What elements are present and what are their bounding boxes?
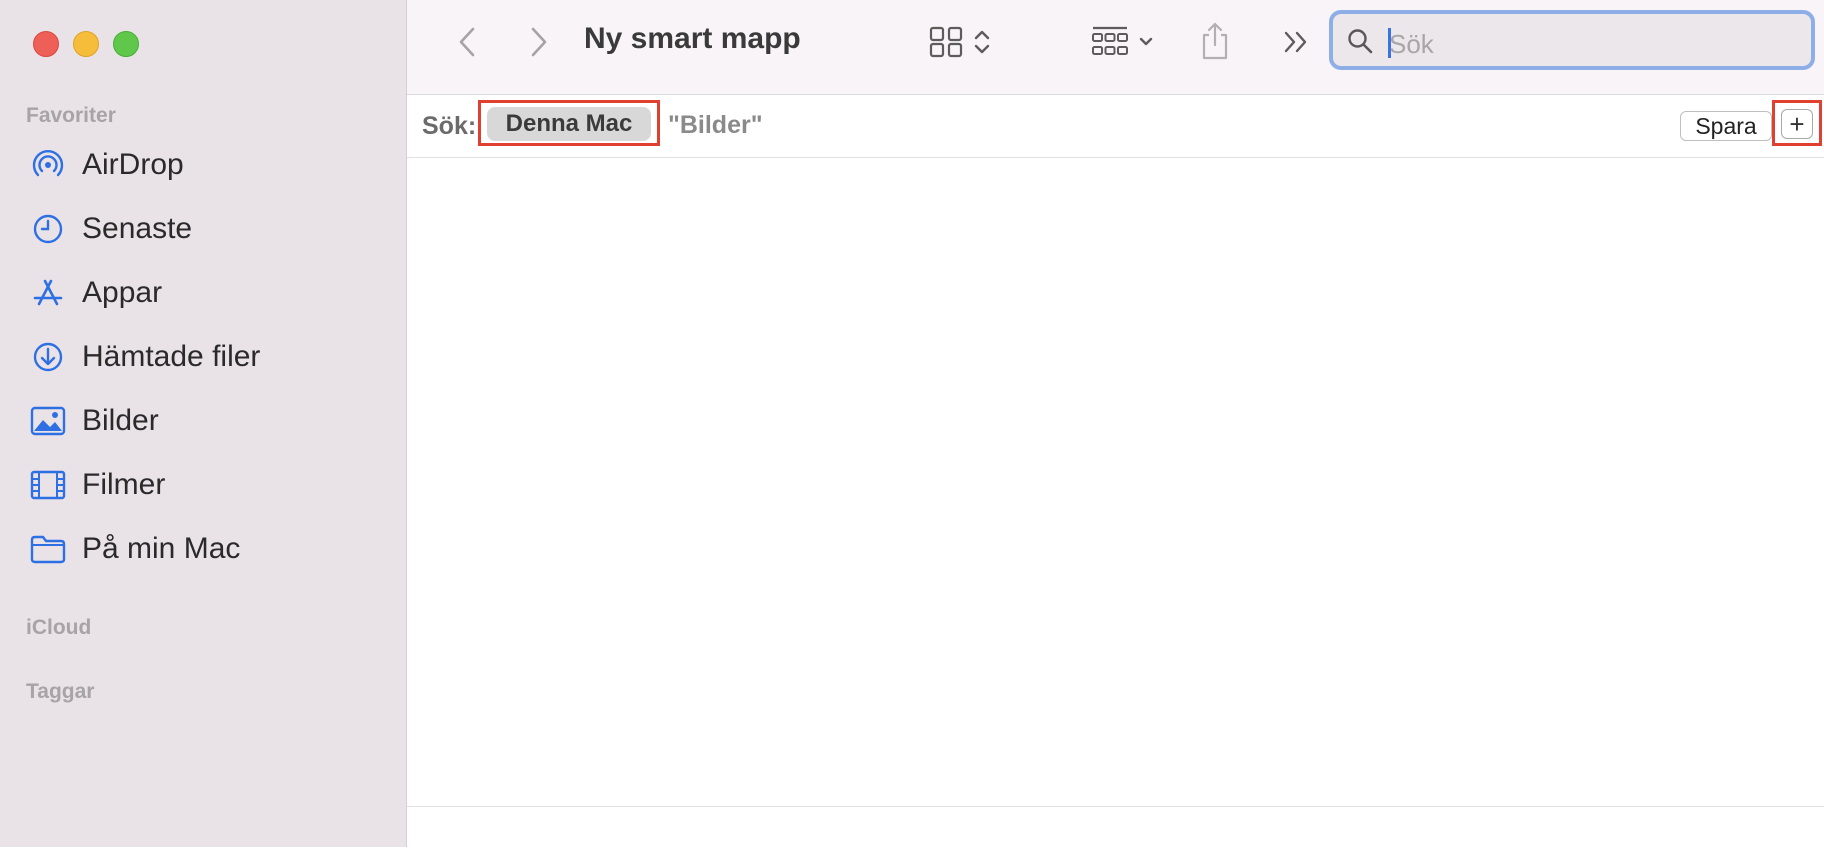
airdrop-icon <box>28 145 68 185</box>
updown-chevron-icon <box>974 30 990 54</box>
minimize-window-button[interactable] <box>73 31 99 57</box>
sidebar-item-label: Filmer <box>82 468 166 501</box>
window-title: Ny smart mapp <box>584 22 801 55</box>
finder-window: Favoriter AirDrop Senaste Appar Hämtade … <box>0 0 1824 848</box>
section-favorites: Favoriter <box>26 104 116 127</box>
share-button[interactable] <box>1193 18 1237 64</box>
sidebar: Favoriter AirDrop Senaste Appar Hämtade … <box>0 0 407 847</box>
sidebar-item-movies[interactable]: Filmer <box>28 465 388 505</box>
section-tags[interactable]: Taggar <box>26 680 94 704</box>
view-mode-button[interactable] <box>921 20 1001 64</box>
search-placeholder: Sök <box>1389 29 1434 59</box>
toolbar: Ny smart mapp Sök <box>407 0 1824 95</box>
group-button[interactable] <box>1083 20 1163 64</box>
scope-this-mac-button[interactable]: Denna Mac <box>487 107 651 141</box>
sidebar-item-label: Bilder <box>82 404 159 437</box>
grid-view-icon <box>929 26 963 58</box>
add-criteria-button[interactable]: + <box>1781 109 1813 139</box>
folder-icon <box>28 529 68 569</box>
sidebar-item-downloads[interactable]: Hämtade filer <box>28 337 388 377</box>
save-button[interactable]: Spara <box>1680 111 1772 141</box>
results-area[interactable] <box>407 158 1824 806</box>
double-chevron-right-icon <box>1284 31 1307 53</box>
chevron-right-icon <box>531 27 547 57</box>
text-caret <box>1388 28 1391 58</box>
share-icon <box>1202 22 1228 60</box>
sidebar-item-apps[interactable]: Appar <box>28 273 388 313</box>
group-grid-icon <box>1092 26 1128 55</box>
back-button[interactable] <box>449 22 485 62</box>
sidebar-item-label: Senaste <box>82 212 193 245</box>
chevron-left-icon <box>459 27 475 57</box>
photo-icon <box>28 401 68 441</box>
download-icon <box>28 337 68 377</box>
toolbar-overflow-button[interactable] <box>1277 22 1317 62</box>
sidebar-item-label: Hämtade filer <box>82 340 261 373</box>
sidebar-item-label: På min Mac <box>82 532 241 565</box>
section-icloud[interactable]: iCloud <box>26 616 91 640</box>
status-bar <box>407 806 1824 848</box>
search-scope-bar: Sök: Denna Mac "Bilder" Spara + <box>407 95 1824 158</box>
zoom-window-button[interactable] <box>113 31 139 57</box>
sidebar-item-recents[interactable]: Senaste <box>28 209 388 249</box>
sidebar-item-pictures[interactable]: Bilder <box>28 401 388 441</box>
scope-folder-button[interactable]: "Bilder" <box>668 111 763 140</box>
film-icon <box>28 465 68 505</box>
forward-button[interactable] <box>521 22 557 62</box>
sidebar-item-label: Appar <box>82 276 163 309</box>
sidebar-item-airdrop[interactable]: AirDrop <box>28 145 388 185</box>
chevron-down-icon <box>1139 37 1153 46</box>
close-window-button[interactable] <box>33 31 59 57</box>
apps-icon <box>28 273 68 313</box>
search-field[interactable]: Sök <box>1329 10 1815 70</box>
clock-icon <box>28 209 68 249</box>
sidebar-item-on-my-mac[interactable]: På min Mac <box>28 529 388 569</box>
sidebar-item-label: AirDrop <box>82 148 184 181</box>
scope-label: Sök: <box>422 112 477 140</box>
search-icon <box>1348 29 1373 54</box>
